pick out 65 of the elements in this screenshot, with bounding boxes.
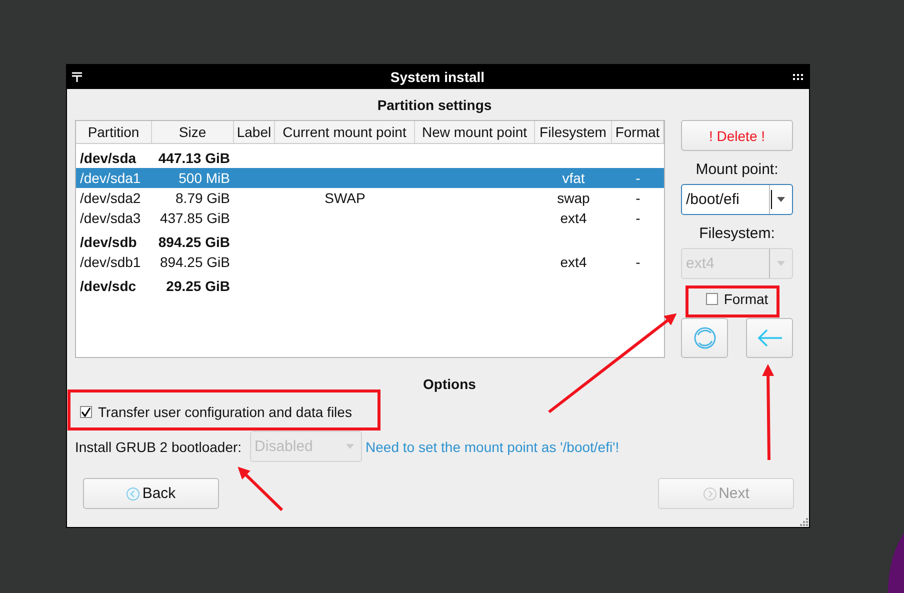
disk-row[interactable]: /dev/sda 447.13 GiB — [76, 148, 664, 168]
filesystem-label: Filesystem: — [699, 226, 775, 242]
partition-row[interactable]: /dev/sda1 500 MiB vfat - — [76, 168, 664, 188]
apply-button[interactable] — [746, 318, 793, 358]
format-label[interactable]: Format — [724, 291, 768, 307]
disk-row[interactable]: /dev/sdb 894.25 GiB — [76, 232, 664, 252]
table-cell: 500 MiB — [178, 170, 230, 186]
disk-row[interactable]: /dev/sdc 29.25 GiB — [76, 276, 664, 296]
caret-icon — [777, 261, 785, 266]
window-title: System install — [390, 69, 485, 85]
column-header[interactable]: Current mount point — [275, 121, 415, 143]
table-cell: vfat — [562, 170, 585, 186]
table-cell: 894.25 GiB — [160, 254, 230, 270]
table-cell: ext4 — [560, 210, 587, 226]
caret-icon — [777, 197, 785, 202]
forward-icon — [702, 486, 717, 500]
mount-point-combo[interactable]: /boot/efi — [681, 184, 793, 215]
table-cell: /dev/sda — [80, 150, 136, 166]
delete-button[interactable]: ! Delete ! — [681, 120, 793, 151]
table-cell: /dev/sdc — [80, 278, 136, 294]
caret-icon — [346, 444, 354, 449]
back-icon — [126, 486, 140, 500]
transfer-checkbox[interactable] — [80, 406, 92, 418]
column-header[interactable]: Partition — [76, 121, 152, 143]
refresh-button[interactable] — [681, 318, 728, 358]
table-cell: 894.25 GiB — [158, 234, 230, 250]
mount-point-label: Mount point: — [696, 162, 778, 178]
table-cell: 8.79 GiB — [176, 190, 230, 206]
back-button[interactable]: Back — [83, 478, 219, 509]
partition-row[interactable]: /dev/sda2 8.79 GiB SWAP swap - — [76, 188, 664, 208]
column-header[interactable]: New mount point — [415, 121, 535, 143]
transfer-label[interactable]: Transfer user configuration and data files — [98, 404, 352, 420]
format-checkbox[interactable] — [706, 293, 718, 305]
hint-text: Need to set the mount point as '/boot/efi'! — [366, 438, 620, 454]
grub-label: Install GRUB 2 bootloader: — [75, 438, 242, 454]
table-cell: 29.25 GiB — [166, 278, 230, 294]
arrow — [238, 466, 284, 512]
table-cell: /dev/sdb1 — [80, 254, 141, 270]
resize-grip-icon[interactable] — [800, 518, 808, 526]
table-cell: /dev/sda1 — [80, 170, 141, 186]
table-cell: - — [636, 210, 640, 226]
section-title: Partition settings — [377, 97, 492, 113]
grip-icon[interactable] — [793, 74, 804, 80]
left-arrow-icon — [756, 329, 782, 347]
table-cell: /dev/sda3 — [80, 210, 141, 226]
table-cell: swap — [557, 190, 590, 206]
table-cell: - — [636, 170, 640, 186]
table-cell: /dev/sdb — [80, 234, 137, 250]
column-header[interactable]: Label — [234, 121, 275, 143]
column-header[interactable]: Size — [152, 121, 234, 143]
partition-row[interactable]: /dev/sdb1 894.25 GiB ext4 - — [76, 252, 664, 272]
column-header[interactable]: Format — [612, 121, 664, 143]
partition-row[interactable]: /dev/sda3 437.85 GiB ext4 - — [76, 208, 664, 228]
section-title: Options — [423, 376, 476, 392]
table-cell: SWAP — [324, 190, 366, 206]
menu-icon[interactable] — [72, 72, 82, 82]
table-cell: /dev/sda2 — [80, 190, 141, 206]
table-cell: - — [636, 254, 640, 270]
table-cell: ext4 — [560, 254, 587, 270]
table-cell: 447.13 GiB — [158, 150, 230, 166]
wallpaper-shape — [888, 533, 904, 593]
column-header[interactable]: Filesystem — [535, 121, 612, 143]
refresh-icon — [692, 326, 716, 350]
table-cell: 437.85 GiB — [160, 210, 230, 226]
table-cell: - — [636, 190, 640, 206]
